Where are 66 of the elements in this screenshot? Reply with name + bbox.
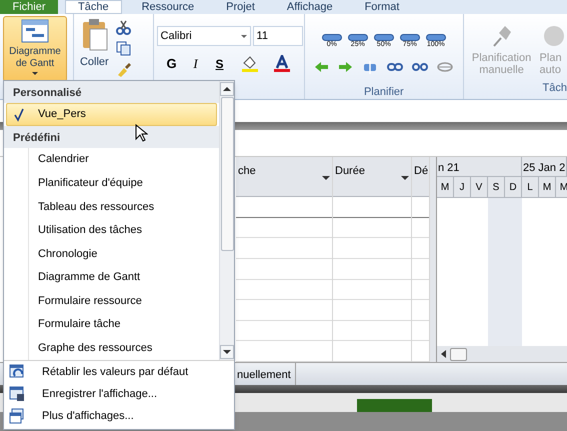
menu-section-heading: Prédéfini bbox=[4, 126, 219, 148]
scroll-thumb[interactable] bbox=[220, 97, 234, 251]
group-label: Planifier bbox=[364, 85, 404, 100]
strikethrough-button[interactable]: S bbox=[210, 54, 229, 73]
ribbon-tab[interactable]: Projet bbox=[214, 0, 267, 14]
bar-icon bbox=[426, 34, 446, 41]
clipboard-icon bbox=[80, 18, 108, 52]
menu-command[interactable]: Rétablir les valeurs par défaut bbox=[4, 361, 234, 383]
timescale-day: D bbox=[505, 177, 522, 197]
ribbon-tab[interactable]: Tâche bbox=[65, 0, 122, 14]
pane-splitter[interactable] bbox=[430, 157, 437, 362]
ribbon-tab[interactable]: Format bbox=[352, 0, 412, 14]
font-name-field[interactable]: Calibri bbox=[156, 26, 251, 46]
dropdown-arrow-icon bbox=[240, 34, 247, 38]
timescale-day: M bbox=[556, 177, 567, 197]
ribbon-tab[interactable]: Affichage bbox=[274, 0, 345, 14]
more-views-icon bbox=[9, 408, 25, 424]
menu-command[interactable]: Plus d'affichages... bbox=[4, 405, 234, 427]
reset-view-icon bbox=[9, 364, 25, 380]
file-tab[interactable]: Fichier bbox=[0, 0, 58, 14]
scroll-left-icon bbox=[441, 350, 446, 358]
timescale-day: S bbox=[488, 177, 505, 197]
timescale-day: M bbox=[437, 177, 454, 197]
column-header[interactable]: che bbox=[236, 157, 332, 198]
view-menu-item[interactable]: Vue_Pers bbox=[6, 102, 217, 126]
timescale-day: V bbox=[471, 177, 488, 197]
gantt-view-button[interactable]: Diagramme de Gantt bbox=[3, 16, 67, 82]
timescale-week: 25 Jan 2 bbox=[522, 157, 567, 176]
bold-button[interactable]: G bbox=[162, 54, 181, 74]
menu-scrollbar[interactable] bbox=[219, 81, 234, 360]
scissors-icon bbox=[116, 20, 132, 35]
fill-color-icon bbox=[240, 54, 259, 73]
bar-icon bbox=[322, 34, 342, 41]
inactive-icon bbox=[437, 61, 454, 73]
right-arrow-icon bbox=[338, 61, 354, 73]
bar-icon bbox=[348, 34, 368, 41]
timescale-day: M bbox=[539, 177, 556, 197]
copy-icon bbox=[116, 41, 132, 56]
caret-icon bbox=[32, 72, 38, 75]
timescale-day: J bbox=[454, 177, 471, 197]
brush-icon bbox=[116, 62, 132, 78]
scroll-thumb[interactable] bbox=[450, 348, 467, 360]
timescale-week: n 21 bbox=[437, 157, 522, 176]
column-header[interactable]: Durée bbox=[333, 157, 411, 198]
link-icon bbox=[387, 61, 404, 73]
menu-command[interactable]: Enregistrer l'affichage... bbox=[4, 383, 234, 405]
pushpin-icon bbox=[490, 24, 513, 48]
menu-section-heading: Personnalisé bbox=[4, 81, 219, 103]
bar-icon bbox=[400, 34, 420, 41]
mouse-pointer-icon bbox=[135, 124, 148, 142]
save-view-icon bbox=[9, 386, 25, 402]
group-label: Tâch bbox=[542, 81, 567, 96]
auto-schedule-icon bbox=[542, 24, 564, 48]
dropdown-arrow-icon bbox=[401, 176, 409, 180]
split-task-icon bbox=[362, 61, 378, 74]
column-header[interactable]: Dé bbox=[412, 157, 429, 198]
left-arrow-icon bbox=[314, 61, 330, 73]
italic-button[interactable]: I bbox=[186, 54, 205, 74]
timescale-day: L bbox=[522, 177, 539, 197]
ribbon-tab[interactable]: Ressource bbox=[130, 0, 206, 14]
unlink-icon bbox=[412, 61, 428, 73]
font-size-field[interactable]: 11 bbox=[252, 26, 303, 46]
checkmark-icon bbox=[12, 106, 26, 122]
bar-icon bbox=[374, 34, 394, 41]
dropdown-arrow-icon bbox=[322, 176, 330, 180]
font-color-icon bbox=[272, 54, 291, 73]
